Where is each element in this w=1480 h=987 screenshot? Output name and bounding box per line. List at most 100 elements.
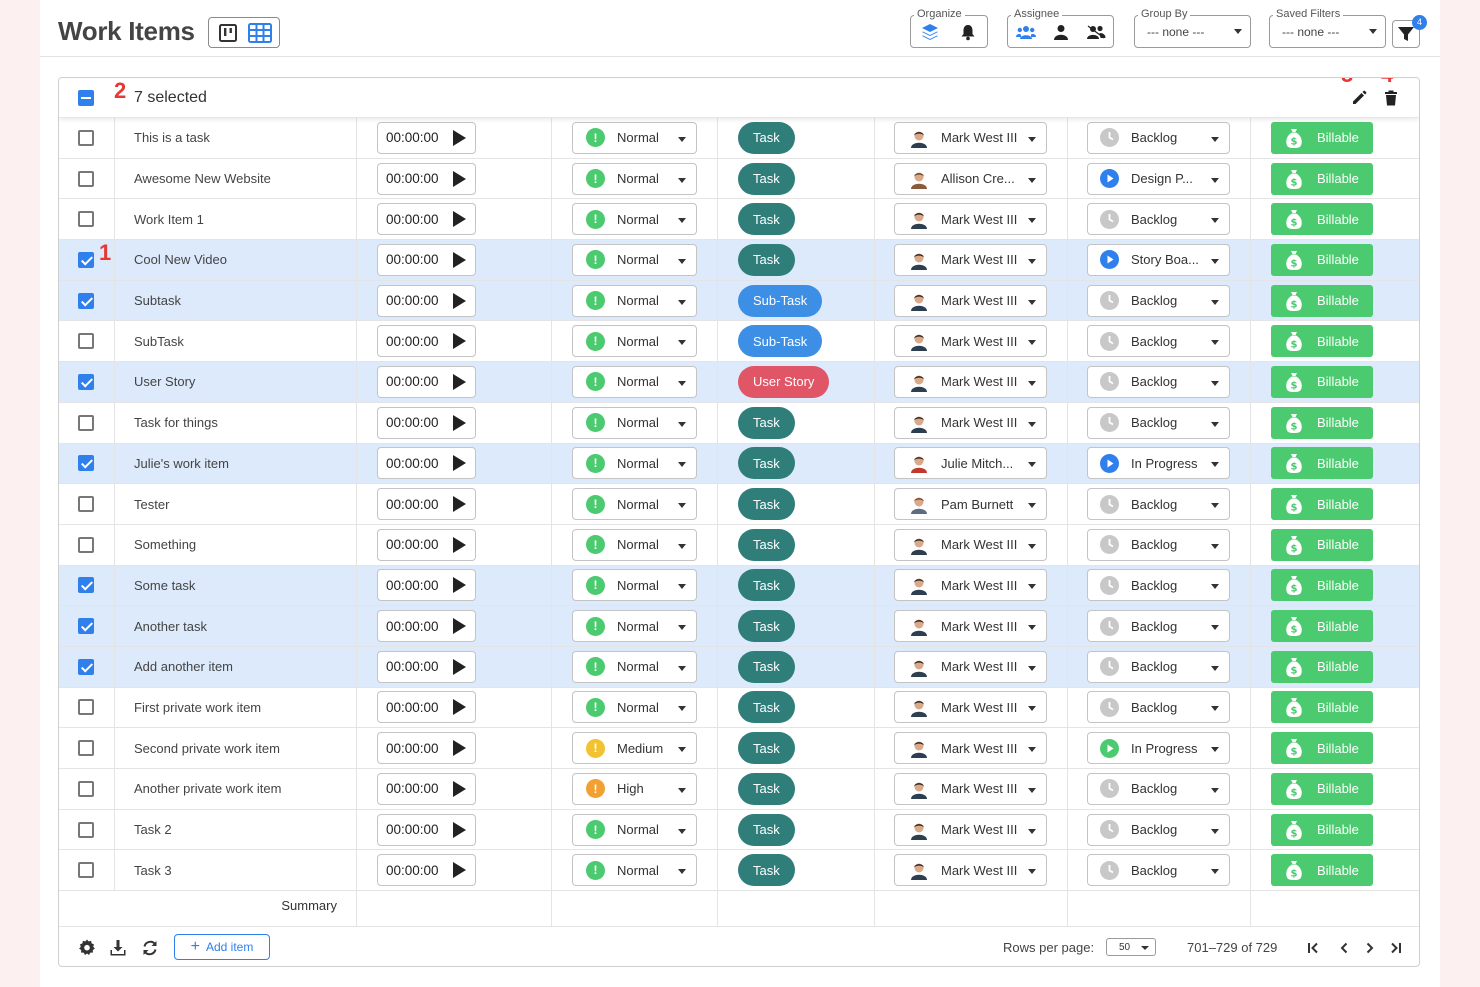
assignee-others-button[interactable] [1083, 19, 1109, 45]
priority-select[interactable]: ! Normal [572, 325, 697, 358]
table-row[interactable]: This is a task 00:00:00! Normal Task Mark We… [59, 118, 1419, 159]
time-tracker[interactable]: 00:00:00 [377, 854, 476, 887]
type-badge[interactable]: Sub-Task [738, 325, 823, 358]
play-icon[interactable] [453, 496, 466, 513]
type-badge[interactable]: Task [738, 488, 795, 521]
type-badge[interactable]: Task [738, 772, 795, 805]
assignee-all-button[interactable] [1013, 19, 1039, 45]
play-icon[interactable] [453, 699, 466, 716]
table-row[interactable]: Subtask 00:00:00! Normal Sub-Task Mark West … [59, 280, 1419, 322]
settings-button[interactable] [77, 938, 97, 958]
table-row[interactable]: Task 2 00:00:00! Normal Task Mark West III Ba… [59, 809, 1419, 851]
play-icon[interactable] [453, 373, 466, 390]
status-select[interactable]: Backlog [1087, 569, 1230, 602]
type-badge[interactable]: Task [738, 854, 795, 887]
work-item-name[interactable]: Work Item 1 [134, 212, 204, 227]
work-item-name[interactable]: Another task [134, 619, 207, 634]
work-item-name[interactable]: Task 3 [134, 863, 172, 878]
status-select[interactable]: Backlog [1087, 121, 1230, 154]
priority-select[interactable]: ! Normal [572, 162, 697, 195]
work-item-name[interactable]: Task 2 [134, 822, 172, 837]
work-item-name[interactable]: First private work item [134, 700, 261, 715]
work-item-name[interactable]: This is a task [134, 130, 210, 145]
prev-page-button[interactable] [1334, 938, 1354, 958]
type-badge[interactable]: Task [738, 610, 795, 643]
assignee-select[interactable]: Mark West III [894, 854, 1047, 887]
time-tracker[interactable]: 00:00:00 [377, 691, 476, 724]
play-icon[interactable] [453, 129, 466, 146]
billable-toggle[interactable]: $ Billable [1271, 772, 1373, 805]
priority-select[interactable]: ! Normal [572, 121, 697, 154]
table-row[interactable]: User Story 00:00:00! Normal User Story Mark … [59, 362, 1419, 403]
row-checkbox[interactable] [78, 577, 94, 594]
play-icon[interactable] [453, 292, 466, 309]
play-icon[interactable] [453, 455, 466, 472]
table-row[interactable]: Some task 00:00:00! Normal Task Mark West II… [59, 565, 1419, 607]
time-tracker[interactable]: 00:00:00 [377, 284, 476, 317]
assignee-select[interactable]: Mark West III [894, 406, 1047, 439]
play-icon[interactable] [453, 821, 466, 838]
billable-toggle[interactable]: $ Billable [1271, 488, 1373, 521]
billable-toggle[interactable]: $ Billable [1271, 243, 1373, 276]
billable-toggle[interactable]: $ Billable [1271, 203, 1373, 236]
assignee-select[interactable]: Mark West III [894, 772, 1047, 805]
billable-toggle[interactable]: $ Billable [1271, 691, 1373, 724]
table-row[interactable]: Add another item 00:00:00! Normal Task Mark … [59, 646, 1419, 688]
refresh-button[interactable] [140, 938, 160, 958]
time-tracker[interactable]: 00:00:00 [377, 162, 476, 195]
assignee-select[interactable]: Mark West III [894, 650, 1047, 683]
assignee-select[interactable]: Mark West III [894, 610, 1047, 643]
priority-select[interactable]: ! Medium [572, 732, 697, 765]
assignee-me-button[interactable] [1048, 19, 1074, 45]
priority-select[interactable]: ! Normal [572, 243, 697, 276]
type-badge[interactable]: Task [738, 691, 795, 724]
assignee-select[interactable]: Mark West III [894, 691, 1047, 724]
play-icon[interactable] [453, 333, 466, 350]
row-checkbox[interactable] [78, 211, 94, 228]
priority-select[interactable]: ! Normal [572, 528, 697, 561]
time-tracker[interactable]: 00:00:00 [377, 650, 476, 683]
time-tracker[interactable]: 00:00:00 [377, 121, 476, 154]
table-row[interactable]: Awesome New Website 00:00:00! Normal Task Al… [59, 158, 1419, 200]
row-checkbox[interactable] [78, 821, 94, 838]
billable-toggle[interactable]: $ Billable [1271, 406, 1373, 439]
play-icon[interactable] [453, 414, 466, 431]
status-select[interactable]: Backlog [1087, 365, 1230, 398]
play-icon[interactable] [453, 740, 466, 757]
table-row[interactable]: Julie's work item 00:00:00! Normal Task Juli… [59, 443, 1419, 485]
row-checkbox[interactable] [78, 496, 94, 513]
work-item-name[interactable]: Another private work item [134, 781, 281, 796]
priority-select[interactable]: ! Normal [572, 569, 697, 602]
status-select[interactable]: In Progress [1087, 732, 1230, 765]
table-row[interactable]: Another private work item 00:00:00! High Ta… [59, 769, 1419, 810]
row-checkbox[interactable] [78, 658, 94, 675]
type-badge[interactable]: Task [738, 243, 795, 276]
organize-layers-button[interactable] [917, 19, 943, 45]
status-select[interactable]: Story Boa... [1087, 243, 1230, 276]
group-by-select[interactable]: Group By --- none --- [1134, 7, 1251, 48]
time-tracker[interactable]: 00:00:00 [377, 447, 476, 480]
row-checkbox[interactable] [78, 740, 94, 757]
play-icon[interactable] [453, 862, 466, 879]
priority-select[interactable]: ! Normal [572, 610, 697, 643]
priority-select[interactable]: ! Normal [572, 365, 697, 398]
table-row[interactable]: SubTask 00:00:00! Normal Sub-Task Mark West … [59, 321, 1419, 363]
assignee-select[interactable]: Mark West III [894, 121, 1047, 154]
type-badge[interactable]: Task [738, 162, 795, 195]
billable-toggle[interactable]: $ Billable [1271, 325, 1373, 358]
table-row[interactable]: Task for things 00:00:00! Normal Task Mark W… [59, 402, 1419, 444]
table-row[interactable]: Another task 00:00:00! Normal Task Mark West… [59, 606, 1419, 647]
assignee-select[interactable]: Mark West III [894, 325, 1047, 358]
time-tracker[interactable]: 00:00:00 [377, 243, 476, 276]
last-page-button[interactable] [1386, 938, 1406, 958]
row-checkbox[interactable] [78, 129, 94, 146]
row-checkbox[interactable] [78, 414, 94, 431]
row-checkbox[interactable] [78, 170, 94, 187]
status-select[interactable]: Backlog [1087, 854, 1230, 887]
priority-select[interactable]: ! Normal [572, 406, 697, 439]
assignee-select[interactable]: Mark West III [894, 203, 1047, 236]
table-row[interactable]: Work Item 1 00:00:00! Normal Task Mark West … [59, 199, 1419, 241]
status-select[interactable]: Backlog [1087, 610, 1230, 643]
organize-notifications-button[interactable] [955, 19, 981, 45]
work-item-name[interactable]: Subtask [134, 293, 181, 308]
